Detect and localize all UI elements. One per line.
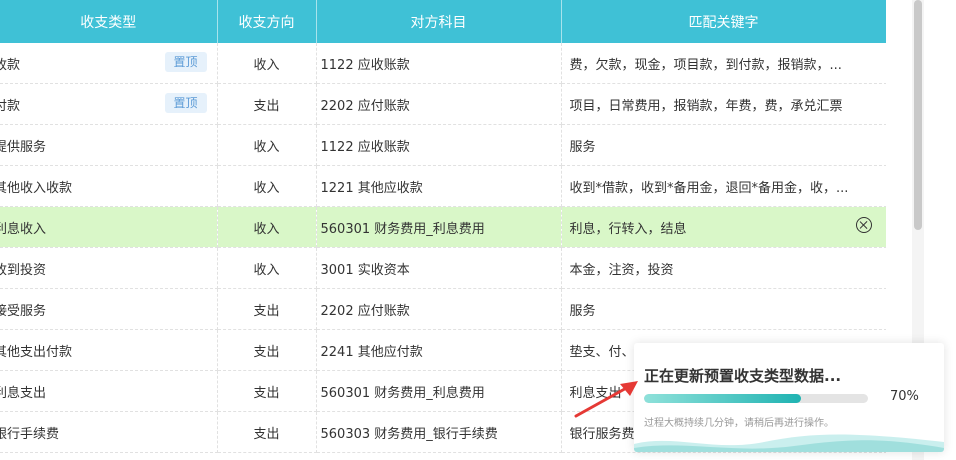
keywords-text: 项目，日常费用，报销款，年费，费，承兑汇票 [569,98,843,114]
table-row[interactable]: 其他收入收款 收入 1221 其他应收款 收到*借款，收到*备用金，退回*备用金… [0,165,886,207]
account-cell: 1221 其他应收款 [316,165,562,207]
red-arrow-icon [574,381,638,418]
account-cell: 560301 财务费用_利息费用 [316,370,562,412]
keywords-text: 服务 [569,139,596,155]
type-cell: 接受服务 [0,288,218,330]
keywords-cell: 服务 [561,124,886,166]
table-row-selected[interactable]: 利息收入 收入 560301 财务费用_利息费用 利息，行转入，结息 [0,206,886,248]
type-cell: 其他支出付款 [0,329,218,371]
account-cell: 560301 财务费用_利息费用 [316,206,562,248]
direction-cell: 支出 [217,370,317,412]
account-cell: 1122 应收账款 [316,124,562,166]
table-row[interactable]: 收款 置顶 收入 1122 应收账款 费，欠款，现金，项目款，到付款，报销款，..… [0,43,886,84]
direction-cell: 收入 [217,124,317,166]
update-progress-toast: 正在更新预置收支类型数据... 70% 过程大概持续几分钟，请稍后再进行操作。 [634,343,944,452]
keywords-text: 本金，注资，投资 [569,262,674,278]
table-header-row: 收支类型 收支方向 对方科目 匹配关键字 [0,0,886,43]
type-cell: 付款 置顶 [0,83,218,125]
table-row[interactable]: 提供服务 收入 1122 应收账款 服务 [0,124,886,166]
pin-top-button[interactable]: 置顶 [164,93,207,113]
account-cell: 2202 应付账款 [316,288,562,330]
direction-cell: 支出 [217,411,317,453]
progress-bar [644,394,868,403]
type-name: 利息收入 [0,221,47,237]
keywords-cell: 本金，注资，投资 [561,247,886,289]
table-row[interactable]: 接受服务 支出 2202 应付账款 服务 [0,288,886,330]
type-name: 收款 [0,57,21,73]
type-cell: 其他收入收款 [0,165,218,207]
direction-cell: 收入 [217,43,317,84]
table-row[interactable]: 付款 置顶 支出 2202 应付账款 项目，日常费用，报销款，年费，费，承兑汇票 [0,83,886,125]
type-cell: 利息支出 [0,370,218,412]
keywords-text: 费，欠款，现金，项目款，到付款，报销款，... [569,57,842,73]
type-name: 付款 [0,98,21,114]
type-cell: 收款 置顶 [0,43,218,84]
direction-cell: 收入 [217,165,317,207]
progress-percent: 70% [890,389,919,404]
type-name: 利息支出 [0,385,47,401]
type-name: 其他支出付款 [0,344,73,360]
direction-cell: 支出 [217,83,317,125]
type-cell: 收到投资 [0,247,218,289]
type-cell: 提供服务 [0,124,218,166]
header-keywords[interactable]: 匹配关键字 [561,0,886,43]
type-cell: 银行手续费 [0,411,218,453]
keywords-cell: 服务 [561,288,886,330]
direction-cell: 收入 [217,206,317,248]
account-cell: 1122 应收账款 [316,43,562,84]
keywords-text: 利息，行转入，结息 [569,221,687,237]
header-type[interactable]: 收支类型 [0,0,218,43]
account-cell: 2202 应付账款 [316,83,562,125]
direction-cell: 收入 [217,247,317,289]
progress-bar-fill [644,394,801,403]
circle-x-icon[interactable] [855,217,872,233]
account-cell: 2241 其他应付款 [316,329,562,371]
type-name: 提供服务 [0,139,47,155]
keywords-cell: 收到*借款，收到*备用金，退回*备用金，收，... [561,165,886,207]
keywords-cell: 项目，日常费用，报销款，年费，费，承兑汇票 [561,83,886,125]
keywords-cell: 费，欠款，现金，项目款，到付款，报销款，... [561,43,886,84]
keywords-text: 服务 [569,303,596,319]
header-direction[interactable]: 收支方向 [217,0,317,43]
table-row[interactable]: 收到投资 收入 3001 实收资本 本金，注资，投资 [0,247,886,289]
direction-cell: 支出 [217,288,317,330]
progress-title: 正在更新预置收支类型数据... [644,367,842,385]
keywords-cell: 利息，行转入，结息 [561,206,886,248]
header-account[interactable]: 对方科目 [316,0,562,43]
scrollbar-thumb[interactable] [914,0,922,230]
type-name: 接受服务 [0,303,47,319]
wave-decoration [634,434,944,452]
pin-top-button[interactable]: 置顶 [164,52,207,72]
account-cell: 560303 财务费用_银行手续费 [316,411,562,453]
type-name: 其他收入收款 [0,180,73,196]
type-name: 收到投资 [0,262,47,278]
type-name: 银行手续费 [0,426,60,442]
progress-hint: 过程大概持续几分钟，请稍后再进行操作。 [644,418,834,429]
account-cell: 3001 实收资本 [316,247,562,289]
direction-cell: 支出 [217,329,317,371]
type-cell: 利息收入 [0,206,218,248]
keywords-text: 收到*借款，收到*备用金，退回*备用金，收，... [569,180,849,196]
